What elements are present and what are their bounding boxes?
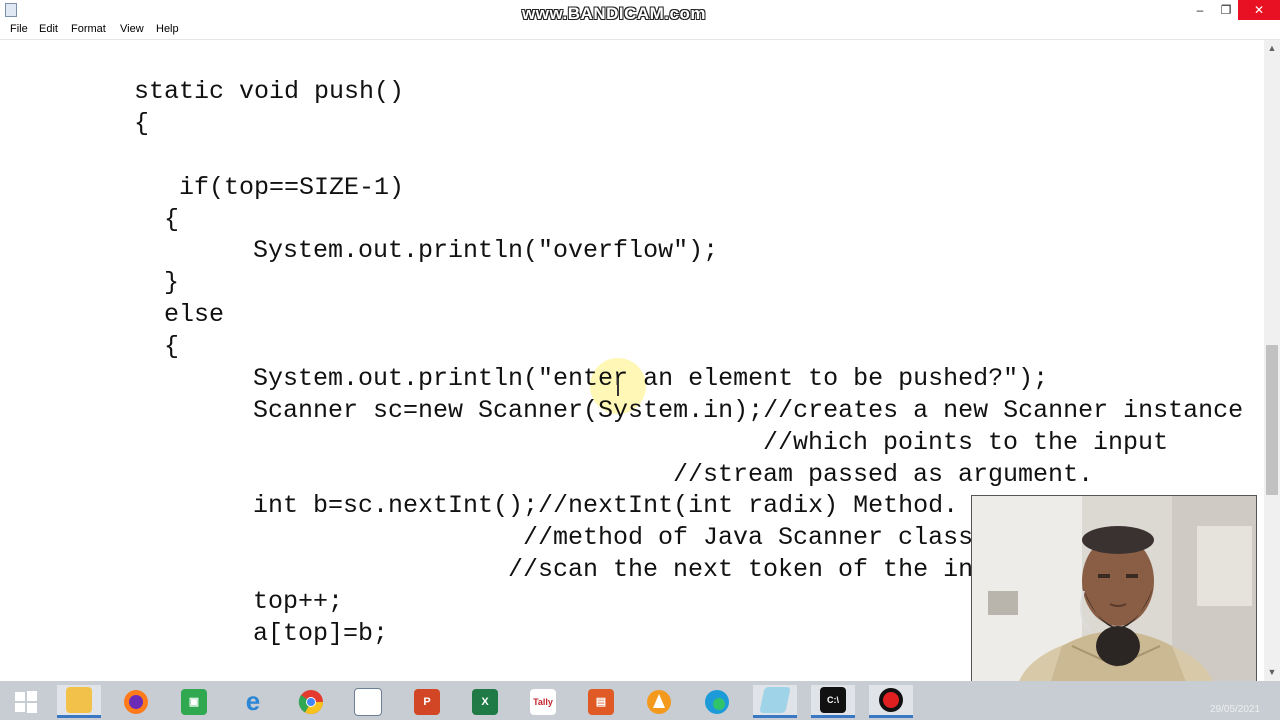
- close-button[interactable]: ✕: [1238, 0, 1280, 20]
- excel-icon[interactable]: X: [463, 685, 507, 718]
- code-line: System.out.println("enter an element to …: [253, 364, 1049, 393]
- maximize-button[interactable]: ❐: [1212, 0, 1240, 20]
- text-cursor: [617, 378, 619, 396]
- code-line: {: [164, 332, 180, 361]
- vertical-scrollbar[interactable]: ▲ ▼: [1264, 40, 1280, 681]
- code-line: //method of Java Scanner class: [523, 523, 974, 552]
- scroll-down-arrow-icon[interactable]: ▼: [1264, 664, 1280, 681]
- scroll-thumb[interactable]: [1266, 345, 1278, 495]
- edge-icon[interactable]: [695, 685, 739, 718]
- code-line: //which points to the input: [763, 428, 1169, 457]
- code-line: Scanner sc=new Scanner(System.in);//crea…: [253, 396, 1244, 425]
- code-line: int b=sc.nextInt();//nextInt(int radix) …: [253, 491, 959, 520]
- webcam-overlay: [971, 495, 1257, 709]
- menu-file[interactable]: File: [10, 23, 28, 35]
- code-line: {: [164, 205, 180, 234]
- taskbar-date: 29/05/2021: [1210, 704, 1261, 715]
- code-line: if(top==SIZE-1): [179, 173, 405, 202]
- menu-edit[interactable]: Edit: [39, 23, 58, 35]
- recorder-icon[interactable]: [869, 685, 913, 718]
- vlc-icon[interactable]: [637, 685, 681, 718]
- powerpoint-icon[interactable]: P: [405, 685, 449, 718]
- scroll-up-arrow-icon[interactable]: ▲: [1264, 40, 1280, 57]
- menu-view[interactable]: View: [120, 23, 144, 35]
- file-app-icon[interactable]: ▤: [579, 685, 623, 718]
- notepad-app-icon: [5, 3, 17, 17]
- code-line: System.out.println("overflow");: [253, 236, 719, 265]
- minimize-button[interactable]: –: [1186, 0, 1214, 20]
- firefox-icon[interactable]: [114, 685, 158, 718]
- menu-help[interactable]: Help: [156, 23, 179, 35]
- store-icon[interactable]: ▣: [172, 685, 216, 718]
- internet-explorer-icon[interactable]: e: [231, 685, 275, 718]
- code-line: //scan the next token of the in: [508, 555, 974, 584]
- code-line: {: [134, 109, 150, 138]
- code-line: top++;: [253, 587, 344, 616]
- menu-format[interactable]: Format: [71, 23, 106, 35]
- chrome-icon[interactable]: [289, 685, 333, 718]
- code-line: static void push(): [134, 77, 405, 106]
- tally-icon[interactable]: Tally: [521, 685, 565, 718]
- title-bar: www.BANDICAM.com – ❐ ✕: [0, 0, 1280, 23]
- command-prompt-icon[interactable]: C:\: [811, 685, 855, 718]
- code-line: a[top]=b;: [253, 619, 389, 648]
- code-line: else: [164, 300, 225, 329]
- code-line: }: [164, 268, 180, 297]
- menu-bar: File Edit Format View Help: [0, 20, 1280, 40]
- code-line: //stream passed as argument.: [673, 460, 1094, 489]
- windows-start-icon[interactable]: [4, 685, 48, 718]
- file-explorer-icon[interactable]: [57, 685, 101, 718]
- taskbar: ▣ e P X Tally ▤ C:\: [0, 681, 1280, 720]
- notepad-active-icon[interactable]: [753, 685, 797, 718]
- notepad-icon[interactable]: [346, 685, 390, 718]
